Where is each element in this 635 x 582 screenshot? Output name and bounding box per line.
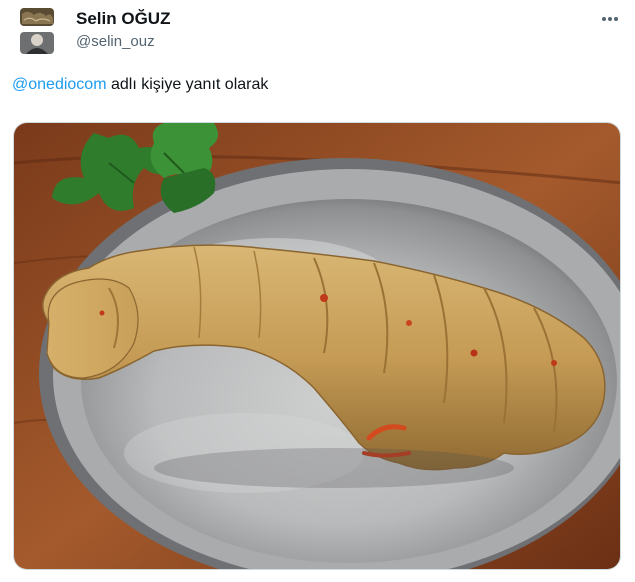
reply-mention-link[interactable]: @onediocom (12, 76, 107, 93)
reply-context-text: adlı kişiye yanıt olarak (106, 76, 269, 93)
avatar[interactable] (18, 6, 56, 56)
reply-context: @onediocom adlı kişiye yanıt olarak (12, 76, 268, 94)
food-photo-illustration (14, 123, 620, 569)
tweet-card: Selin OĞUZ @selin_ouz @onediocom adlı ki… (0, 0, 635, 582)
more-horizontal-icon[interactable] (599, 8, 621, 30)
display-name[interactable]: Selin OĞUZ (76, 9, 170, 29)
user-handle[interactable]: @selin_ouz (76, 33, 155, 50)
tweet-photo[interactable] (13, 122, 621, 570)
